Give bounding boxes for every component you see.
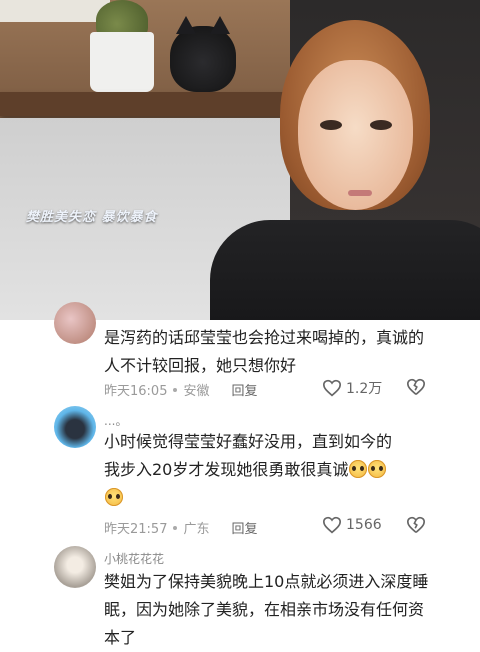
actress [190,20,480,320]
reply-button[interactable]: 回复 [231,518,257,537]
comment-text: 是泻药的话邱莹莹也会抢过来喝掉的，真诚的人不计较回报，她只想你好 [104,328,425,375]
video-caption: 樊胜美失恋 暴饮暴食 [26,210,158,225]
heart-icon [322,516,342,534]
comment-text: 樊姐为了保持美貌晚上10点就必须进入深度睡眠，因为她除了美貌，在相亲市场没有任何… [104,572,429,647]
face [298,60,413,210]
broken-heart-icon [406,516,426,533]
mouth [348,190,372,196]
like-count: 1.2万 [346,381,383,397]
username[interactable]: ...。 [104,412,127,429]
right-eye [370,120,392,130]
dislike-button[interactable] [406,378,426,400]
username[interactable]: 小桃花花花 [104,550,164,567]
pleading-face-emoji-icon [105,488,123,506]
like-button[interactable]: 1566 [322,516,382,534]
jacket [210,220,480,320]
comment-text-line: 我步入20岁才发现她很勇敢很真诚 [104,456,434,484]
comment-meta: 昨天21:57 广东 回复 [104,518,258,537]
like-button[interactable]: 1.2万 [322,378,382,398]
dot-separator [173,525,178,530]
comment-location: 安徽 [183,384,210,399]
avatar[interactable] [54,302,96,344]
like-count: 1566 [346,517,382,533]
video-frame[interactable]: 樊胜美失恋 暴饮暴食 [0,0,480,320]
comment-location: 广东 [183,522,210,537]
left-eye [320,120,342,130]
comment-text-line [104,484,434,512]
avatar[interactable] [54,406,96,448]
pleading-face-emoji-icon [349,460,368,478]
comment-meta: 昨天16:05 安徽 回复 [104,380,258,399]
reply-button[interactable]: 回复 [231,380,257,399]
shelf-object [0,0,110,22]
dot-separator [173,387,178,392]
avatar[interactable] [54,546,96,588]
comment-list: 是泻药的话邱莹莹也会抢过来喝掉的，真诚的人不计较回报，她只想你好 昨天16:05… [0,302,480,647]
comment-text-segment: 我步入20岁才发现她很勇敢很真诚 [104,460,349,479]
comment-time: 昨天21:57 [104,522,168,537]
flower-pot [90,32,154,92]
comment-text: 小时候觉得莹莹好蠢好没用，直到如今的 我步入20岁才发现她很勇敢很真诚 [104,428,434,512]
comment-time: 昨天16:05 [104,384,168,399]
comment-text-line: 小时候觉得莹莹好蠢好没用，直到如今的 [104,432,393,451]
heart-icon [322,379,342,397]
broken-heart-icon [406,378,426,395]
pleading-face-emoji-icon [368,460,387,478]
dislike-button[interactable] [406,516,426,538]
